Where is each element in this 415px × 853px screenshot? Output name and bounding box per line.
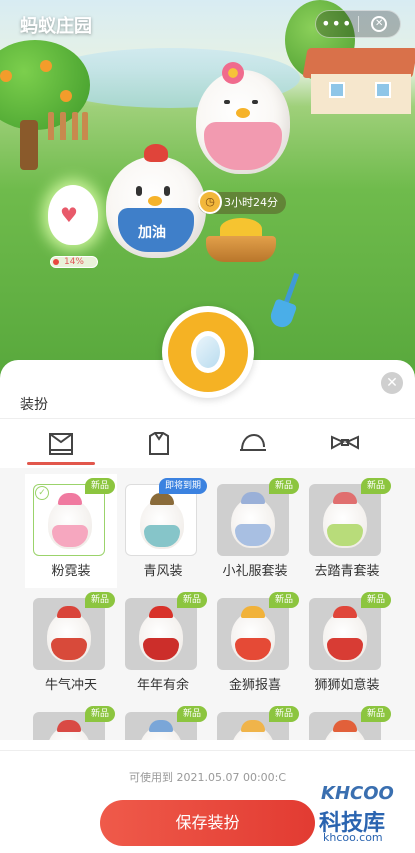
house[interactable] (302, 48, 415, 118)
outfit-item[interactable]: 新品 (117, 702, 209, 740)
new-badge: 新品 (84, 478, 115, 494)
guest-chicken[interactable] (196, 62, 290, 174)
outfit-name: 金狮报喜 (228, 678, 281, 693)
outfit-item[interactable]: ✓ 新品 粉霓装 (25, 474, 117, 588)
fence (48, 112, 88, 142)
new-badge: 新品 (268, 478, 299, 494)
outfit-grid: ✓ 新品 粉霓装 即将到期 青风装 新品 小礼服套装 新品 去踏青套装 新品 牛… (0, 468, 415, 740)
overalls-text: 加油 (138, 225, 166, 241)
active-tab-indicator (27, 462, 95, 465)
outfit-item[interactable]: 新品 (301, 702, 393, 740)
new-badge: 新品 (84, 592, 115, 608)
player-chicken[interactable]: 加油 (106, 144, 206, 258)
miniapp-capsule: ••• ✕ (315, 10, 401, 38)
shovel-icon[interactable] (263, 269, 312, 336)
outfit-icon (49, 433, 73, 455)
outfit-item[interactable]: 新品 (209, 702, 301, 740)
new-badge: 新品 (360, 478, 391, 494)
outfit-item[interactable]: 即将到期 青风装 (117, 474, 209, 588)
outfit-name: 去踏青套装 (314, 564, 380, 579)
new-badge: 新品 (176, 592, 207, 608)
more-button[interactable]: ••• (316, 10, 358, 38)
check-icon: ✓ (35, 486, 49, 500)
outfit-name: 青风装 (143, 564, 183, 579)
outfit-item[interactable]: 新品 去踏青套装 (301, 474, 393, 588)
tab-accessory[interactable] (320, 426, 370, 462)
egg-progress: 14% (50, 256, 98, 268)
new-badge: 新品 (268, 592, 299, 608)
outfit-item[interactable]: 新品 (25, 702, 117, 740)
save-outfit-button[interactable]: 保存装扮 (100, 800, 315, 846)
sheet-title: 装扮 (20, 397, 48, 413)
outfit-name: 粉霓装 (51, 564, 91, 579)
mirror-icon (191, 331, 225, 373)
outfit-name: 牛气冲天 (44, 678, 97, 693)
outfit-name: 小礼服套装 (222, 564, 288, 579)
outfit-name: 狮狮如意装 (314, 678, 380, 693)
flower-icon (222, 62, 244, 84)
expiring-badge: 即将到期 (158, 478, 207, 494)
hat-icon (240, 433, 266, 451)
egg[interactable]: ♥ (42, 185, 102, 255)
tab-outfit[interactable] (36, 426, 86, 462)
shirt-icon (149, 432, 169, 455)
new-badge: 新品 (360, 706, 391, 722)
heart-icon: ♥ (60, 203, 78, 227)
orange-tree (0, 30, 100, 170)
close-app-button[interactable]: ✕ (358, 16, 400, 32)
mirror-button[interactable] (162, 306, 254, 398)
new-badge: 新品 (84, 706, 115, 722)
sheet-close-button[interactable]: ✕ (381, 372, 403, 394)
outfit-item[interactable]: 新品 年年有余 (117, 588, 209, 702)
outfit-name: 年年有余 (136, 678, 189, 693)
outfit-item[interactable]: 新品 金狮报喜 (209, 588, 301, 702)
feeding-timer: ◷ 3小时24分 (198, 190, 286, 214)
outfit-item[interactable]: 新品 小礼服套装 (209, 474, 301, 588)
outfit-item[interactable]: 新品 牛气冲天 (25, 588, 117, 702)
new-badge: 新品 (268, 706, 299, 722)
clock-icon: ◷ (198, 190, 222, 214)
outfit-item[interactable]: 新品 狮狮如意装 (301, 588, 393, 702)
food-bowl[interactable] (206, 218, 276, 262)
bow-icon (331, 435, 359, 450)
new-badge: 新品 (360, 592, 391, 608)
tab-hat[interactable] (228, 426, 278, 462)
watermark: KHCOO 科技库 khcoo.com (319, 783, 394, 844)
close-circle-icon: ✕ (371, 16, 388, 32)
app-title: 蚂蚁庄园 (20, 16, 92, 37)
new-badge: 新品 (176, 706, 207, 722)
tab-clothes[interactable] (134, 426, 184, 462)
